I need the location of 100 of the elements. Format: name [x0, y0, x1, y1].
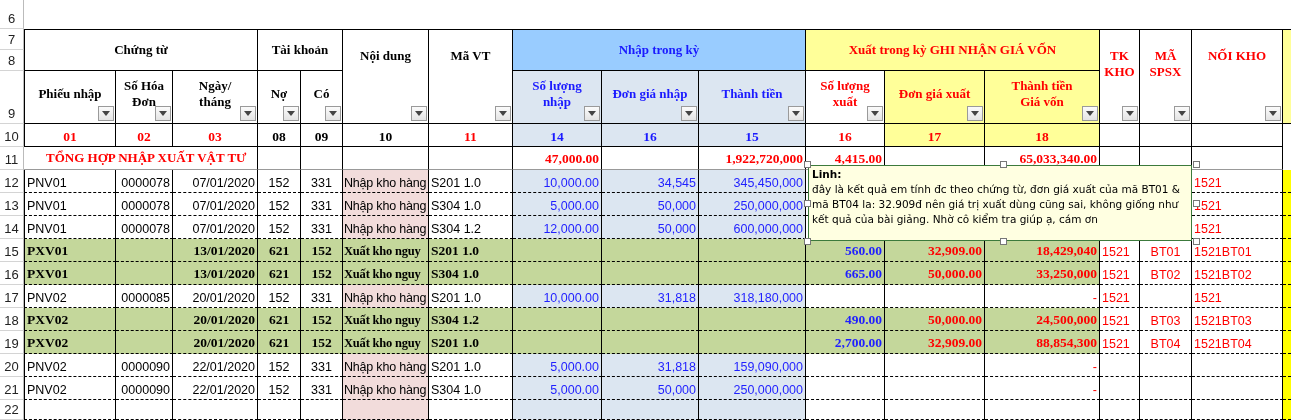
row-number[interactable]: 13: [0, 193, 24, 216]
table-cell: [116, 400, 173, 420]
table-cell: 31,818: [602, 285, 699, 308]
row-number[interactable]: 20: [0, 354, 24, 377]
filter-button[interactable]: [1082, 106, 1098, 121]
row-number[interactable]: 14: [0, 216, 24, 239]
resize-handle[interactable]: [1193, 238, 1200, 245]
caret-icon: [1126, 111, 1134, 116]
row-number[interactable]: 11: [0, 147, 24, 170]
table-cell: -: [985, 354, 1100, 377]
filter-button[interactable]: [495, 106, 511, 121]
table-cell: 1521: [1100, 262, 1140, 285]
table-cell: 152: [258, 354, 301, 377]
table-cell: 50,000: [602, 193, 699, 216]
caret-icon: [871, 111, 879, 116]
table-cell: 50,000.00: [885, 262, 985, 285]
table-cell: 152: [258, 170, 301, 193]
table-cell: 560.00: [806, 239, 885, 262]
resize-handle[interactable]: [1000, 161, 1007, 168]
table-cell: Nhập kho hàng: [343, 354, 429, 377]
table-cell: [116, 308, 173, 331]
column-code: 09: [314, 129, 329, 145]
table-cell: 152: [258, 193, 301, 216]
filter-button[interactable]: [788, 106, 804, 121]
resize-handle[interactable]: [1000, 238, 1007, 245]
table-cell: 50,000: [602, 216, 699, 239]
row-number[interactable]: 12: [0, 170, 24, 193]
column-label: MÃ SPSX: [1149, 48, 1182, 81]
filter-button[interactable]: [1122, 106, 1138, 121]
filter-button[interactable]: [1265, 106, 1281, 121]
table-cell: 13/01/2020: [173, 239, 258, 262]
filter-button[interactable]: [1174, 106, 1190, 121]
table-cell: 5,000.00: [513, 377, 602, 400]
table-cell: Nhập kho hàng: [343, 216, 429, 239]
resize-handle[interactable]: [804, 161, 811, 168]
filter-button[interactable]: [283, 106, 299, 121]
table-cell: 33,250,000: [985, 262, 1100, 285]
resize-handle[interactable]: [1193, 161, 1200, 168]
comment-box[interactable]: Linh: đây là kết quả em tính đc theo chứng từ, đơn giá xuất của mã BT01 & mã BT04 la: 32.909đ nên giá trị xuất dùng cũng sai, không giống như kết quả của bài giảng. Nhờ cô kiểm tra giúp ạ, cám ơn: [808, 165, 1192, 241]
table-cell: PNV01: [24, 170, 116, 193]
table-cell: 600,000,000: [699, 216, 806, 239]
resize-handle[interactable]: [804, 200, 811, 207]
table-cell: BT04: [1140, 331, 1192, 354]
table-cell: 13/01/2020: [173, 262, 258, 285]
table-cell: 250,000,000: [699, 193, 806, 216]
table-cell: 32,909.00: [885, 239, 985, 262]
filter-button[interactable]: [967, 106, 983, 121]
table-cell: 32,909.00: [885, 331, 985, 354]
table-cell: S304 1.2: [429, 308, 513, 331]
table-cell: 152: [301, 308, 343, 331]
table-cell: 50,000.00: [885, 308, 985, 331]
filter-button[interactable]: [240, 106, 256, 121]
resize-handle[interactable]: [804, 238, 811, 245]
table-cell: 250,000,000: [699, 377, 806, 400]
column-label: Thành tiền: [721, 85, 783, 103]
table-cell: 621: [258, 239, 301, 262]
filter-button[interactable]: [98, 106, 114, 121]
row-number[interactable]: 21: [0, 377, 24, 400]
table-cell: BT01: [1140, 239, 1192, 262]
table-cell: PNV02: [24, 354, 116, 377]
table-cell: [1140, 354, 1192, 377]
column-label: Nội dung: [360, 48, 411, 65]
comment-text: đây là kết quả em tính đc theo chứng từ, đơn giá xuất của mã BT01 & mã BT04 la: 32.909đ nên giá trị xuất dùng cũng sai, không giống như kết quả của bài giảng. Nhờ cô kiểm tra giúp ạ, cám ơn: [812, 183, 1180, 225]
filter-button[interactable]: [325, 106, 341, 121]
filter-button[interactable]: [155, 106, 171, 121]
table-cell: Nhập kho hàng: [343, 285, 429, 308]
table-cell: Xuất kho nguy: [343, 308, 429, 331]
filter-button[interactable]: [867, 106, 883, 121]
column-label: Phiếu nhập: [38, 85, 102, 103]
table-cell: 2,700.00: [806, 331, 885, 354]
table-cell: PXV01: [24, 239, 116, 262]
filter-button[interactable]: [681, 106, 697, 121]
filter-button[interactable]: [411, 106, 427, 121]
row-number[interactable]: 22: [0, 400, 24, 420]
table-cell: 1521BT03: [1192, 308, 1283, 331]
column-code: 16: [643, 129, 657, 145]
row-number[interactable]: 17: [0, 285, 24, 308]
column-label: Ngày/ tháng: [198, 77, 232, 111]
table-cell: [1100, 400, 1140, 420]
caret-icon: [499, 111, 507, 116]
filter-button[interactable]: [584, 106, 600, 121]
table-cell: [1140, 400, 1192, 420]
caret-icon: [329, 111, 337, 116]
table-cell: 0000090: [116, 377, 173, 400]
table-cell: S201 1.0: [429, 331, 513, 354]
table-cell: 24,500,000: [985, 308, 1100, 331]
table-cell: 665.00: [806, 262, 885, 285]
table-cell: 621: [258, 262, 301, 285]
table-cell: 621: [258, 308, 301, 331]
caret-icon: [244, 111, 252, 116]
table-cell: 318,180,000: [699, 285, 806, 308]
table-cell: BT02: [1140, 262, 1192, 285]
resize-handle[interactable]: [1193, 200, 1200, 207]
column-code: 02: [137, 129, 151, 145]
row-number[interactable]: 6: [0, 0, 24, 29]
table-cell: PNV02: [24, 377, 116, 400]
table-cell: 07/01/2020: [173, 170, 258, 193]
table-cell: 5,000.00: [513, 193, 602, 216]
table-cell: 12,000.00: [513, 216, 602, 239]
table-cell: -: [985, 377, 1100, 400]
